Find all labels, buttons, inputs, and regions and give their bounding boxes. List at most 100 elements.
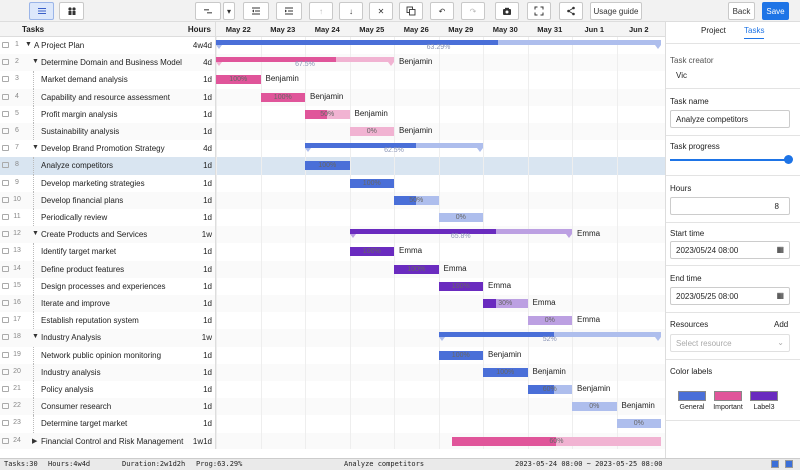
document-icon[interactable] [2,334,9,341]
table-row[interactable]: 24 ▶ Financial Control and Risk Management… [0,432,215,449]
chevron-down-icon[interactable]: ▾ [223,2,235,20]
task-bar[interactable]: 0% [527,316,572,326]
document-icon[interactable] [2,196,9,203]
move-up-button[interactable]: ↑ [309,2,333,20]
task-bar[interactable]: 100% [349,178,394,188]
task-bar[interactable]: 50% [394,195,439,205]
document-icon[interactable] [2,179,9,186]
document-icon[interactable] [2,420,9,427]
document-icon[interactable] [2,265,9,272]
table-row[interactable]: 6 Sustainability analysis 1d [0,123,215,141]
collapse-icon[interactable]: ▼ [32,58,39,65]
table-row[interactable]: 5 Profit margin analysis 1d [0,105,215,123]
document-icon[interactable] [2,128,9,134]
document-icon[interactable] [2,162,9,169]
document-icon[interactable] [2,351,9,358]
summary-bar[interactable]: 65.8% [349,229,572,240]
table-row[interactable]: 13 Identify target market 1d [0,243,215,261]
progress-slider-knob[interactable] [784,155,793,164]
document-icon[interactable] [2,300,9,306]
collapse-icon[interactable]: ▼ [32,230,39,237]
table-row[interactable]: 20 Industry analysis 1d [0,363,215,381]
document-icon[interactable] [2,145,9,152]
table-row[interactable]: 18 ▼ Industry Analysis 1w [0,329,215,347]
task-bar[interactable]: 60% [527,385,572,394]
task-bar[interactable]: 100% [305,161,350,171]
task-bar[interactable]: 0% [438,213,483,222]
document-icon[interactable] [2,282,9,289]
task-bar[interactable]: 0% [616,419,661,429]
task-bar[interactable]: 100% [438,350,483,360]
calendar-icon[interactable]: ▦ [776,291,784,300]
task-bar[interactable]: 100% [438,281,483,291]
table-row[interactable]: 9 Develop marketing strategies 1d [0,174,215,192]
share-button[interactable] [559,2,583,20]
tasks-column-header[interactable]: Tasks [22,25,44,34]
expand-icon[interactable]: ▶ [32,437,37,445]
table-row[interactable]: 11 Periodically review 1d [0,209,215,227]
document-icon[interactable] [2,93,9,100]
task-bar[interactable]: 0% [349,127,394,136]
list-view-button[interactable] [29,2,54,20]
redo-button[interactable]: ↷ [461,2,485,20]
table-row[interactable]: 23 Determine target market 1d [0,415,215,433]
document-icon[interactable] [2,42,9,48]
table-row[interactable]: 3 Market demand analysis 1d [0,71,215,89]
copy-button[interactable] [399,2,423,20]
task-bar[interactable]: 50% [305,109,350,119]
table-row[interactable]: 10 Develop financial plans 1d [0,191,215,209]
task-bar[interactable]: 100% [260,92,305,102]
collapse-icon[interactable]: ▼ [32,144,39,151]
table-row[interactable]: 14 Define product features 1d [0,260,215,278]
add-resource-button[interactable]: Add [774,320,798,329]
start-time-input[interactable]: 2023/05/24 08:00 ▦ [670,241,790,259]
task-bar[interactable]: 60% [451,436,661,446]
color-swatch[interactable] [714,391,742,401]
resource-select[interactable]: Select resource ⌄ [670,334,790,352]
back-button[interactable]: Back [728,2,755,20]
tab-project[interactable]: Project [701,26,726,38]
document-icon[interactable] [2,386,9,392]
end-time-input[interactable]: 2023/05/25 08:00 ▦ [670,287,790,305]
grid-toggle-button[interactable] [771,460,779,468]
tab-tasks[interactable]: Tasks [744,26,765,39]
usage-guide-button[interactable]: Usage guide [590,2,642,20]
document-icon[interactable] [2,231,9,238]
summary-bar[interactable]: 63.29% [216,40,661,51]
collapse-icon[interactable]: ▼ [32,333,39,340]
summary-bar[interactable]: 52% [438,332,661,343]
task-bar[interactable]: 100% [349,247,394,257]
zoom-select[interactable] [195,2,221,20]
task-bar[interactable]: 100% [394,264,439,274]
document-icon[interactable] [2,59,9,66]
color-swatch[interactable] [678,391,706,401]
indent-button[interactable] [276,2,302,20]
document-icon[interactable] [2,248,9,255]
undo-button[interactable]: ↶ [430,2,454,20]
task-bar[interactable]: 100% [483,367,528,377]
document-icon[interactable] [2,368,9,375]
document-icon[interactable] [2,403,9,410]
task-bar[interactable]: 100% [216,75,261,85]
table-row[interactable]: 4 Capability and resource assessment 1d [0,88,215,106]
move-down-button[interactable]: ↓ [339,2,363,20]
document-icon[interactable] [2,76,9,83]
color-swatch[interactable] [750,391,778,401]
calendar-icon[interactable]: ▦ [776,245,784,254]
table-row[interactable]: 21 Policy analysis 1d [0,381,215,399]
document-icon[interactable] [2,110,9,117]
task-name-input[interactable]: Analyze competitors [670,110,790,128]
summary-bar[interactable]: 67.5% [216,57,394,68]
table-row[interactable]: 12 ▼ Create Products and Services 1w [0,226,215,244]
table-row[interactable]: 22 Consumer research 1d [0,398,215,416]
progress-slider-track[interactable] [670,159,788,161]
table-row[interactable]: 8 Analyze competitors 1d [0,157,215,175]
table-row[interactable]: 16 Iterate and improve 1d [0,295,215,313]
fullscreen-button[interactable] [527,2,551,20]
task-bar[interactable]: 30% [483,299,528,308]
resource-view-button[interactable] [59,2,84,20]
screenshot-button[interactable] [495,2,519,20]
table-row[interactable]: 1 ▼ A Project Plan 4w4d [0,37,215,54]
table-row[interactable]: 7 ▼ Develop Brand Promotion Strategy 4d [0,140,215,157]
summary-bar[interactable]: 62.5% [305,143,483,154]
